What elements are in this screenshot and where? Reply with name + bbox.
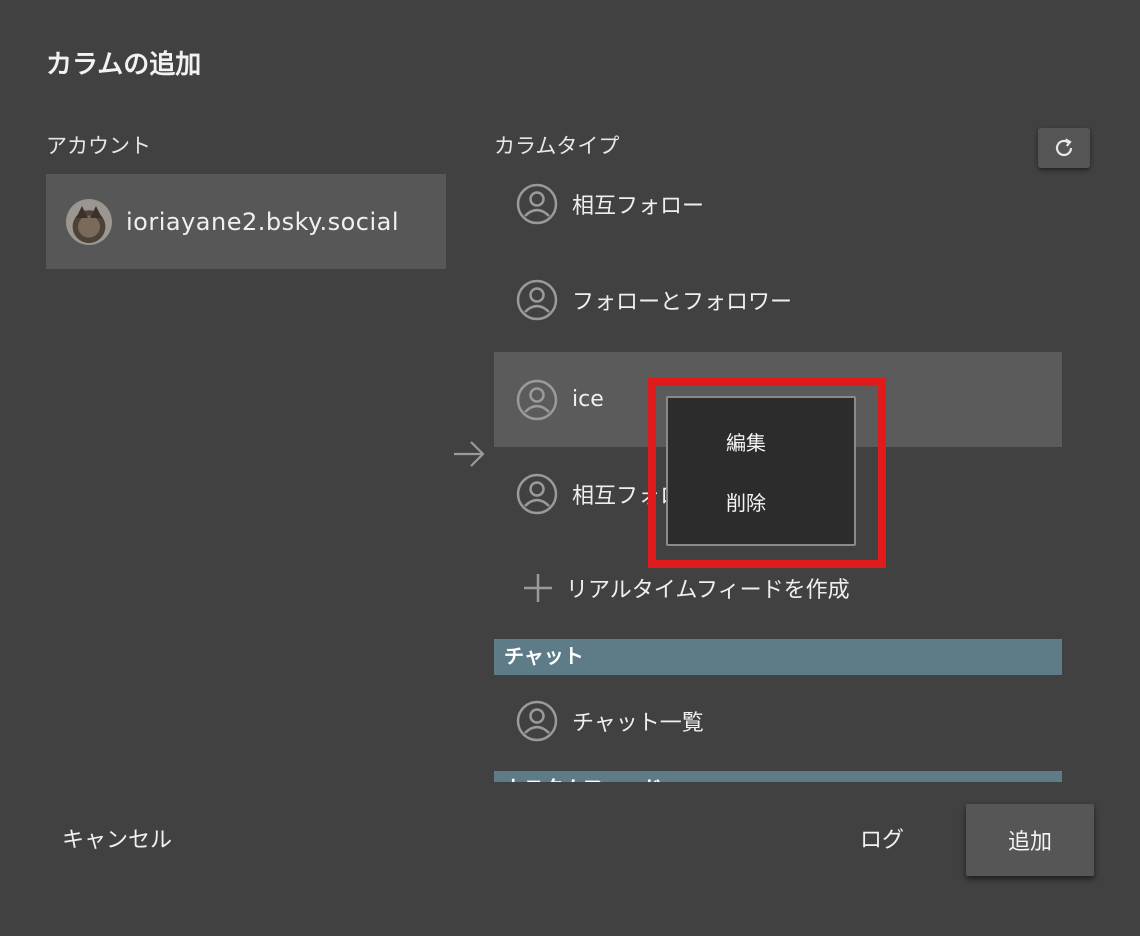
create-realtime-feed-label: リアルタイムフィードを作成 [566,577,850,603]
account-section-label: アカウント [46,134,151,158]
dialog-title: カラムの追加 [46,50,202,80]
create-realtime-feed-button[interactable]: リアルタイムフィードを作成 [494,540,1062,635]
cancel-button[interactable]: キャンセル [62,822,172,854]
menu-item-edit[interactable]: 編集 [726,427,766,456]
user-circle-icon [516,183,558,224]
user-circle-icon [516,379,558,420]
account-item[interactable]: ioriayane2.bsky.social [46,174,446,269]
plus-icon [524,573,552,602]
user-circle-icon [516,473,558,514]
column-item-label: フォローとフォロワー [572,289,793,315]
avatar [66,198,112,245]
log-button[interactable]: ログ [860,822,904,854]
column-item-chat-list[interactable]: チャット一覧 [494,673,1062,768]
menu-item-delete[interactable]: 削除 [726,487,766,516]
add-button[interactable]: 追加 [966,804,1094,876]
account-handle: ioriayane2.bsky.social [126,207,399,236]
column-item-label: チャット一覧 [572,710,704,736]
custom-feed-section-header: カスタムフィード [494,771,1062,782]
column-item-label: ice [572,387,604,412]
user-circle-icon [516,279,558,320]
column-item-label: 相互フォロー [572,193,705,219]
context-menu: 編集 削除 [666,396,856,546]
arrow-right-icon [454,441,485,467]
column-item-mutual-follow[interactable]: 相互フォロー [494,156,1062,251]
chat-section-header: チャット [494,639,1062,675]
column-item-follow-and-followers[interactable]: フォローとフォロワー [494,252,1062,347]
user-circle-icon [516,700,558,741]
